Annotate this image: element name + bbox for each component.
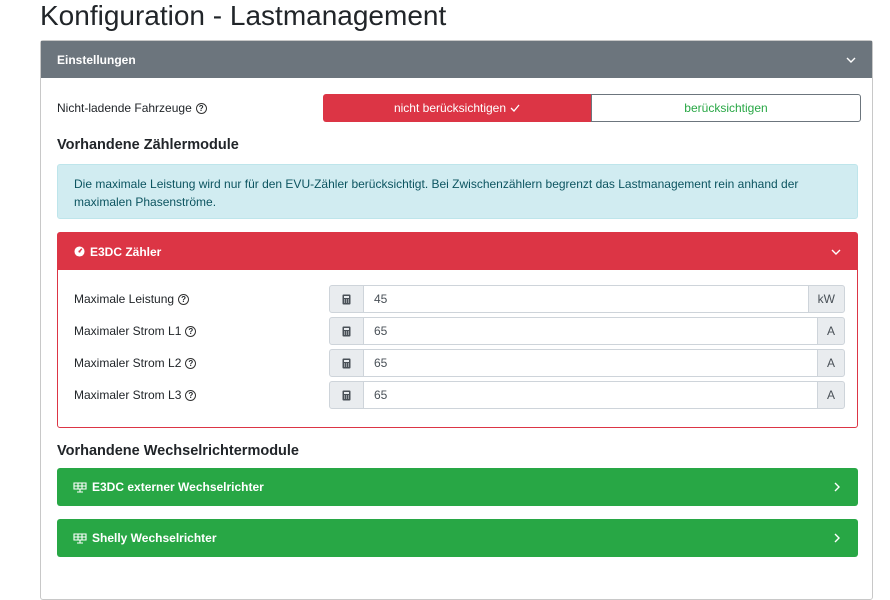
- option-not-consider[interactable]: nicht berücksichtigen: [323, 94, 591, 122]
- field-input[interactable]: 45: [364, 285, 808, 313]
- meter-info-alert: Die maximale Leistung wird nur für den E…: [57, 164, 858, 219]
- meter-heading: Vorhandene Zählermodule: [57, 137, 239, 153]
- label-text: Nicht-ladende Fahrzeuge: [57, 101, 192, 115]
- option-label: berücksichtigen: [684, 101, 768, 115]
- help-icon[interactable]: ?: [178, 293, 190, 305]
- meter-field-row: Maximaler Strom L2? 65 A: [74, 349, 845, 377]
- settings-card-header[interactable]: Einstellungen: [41, 41, 872, 78]
- unit-label: kW: [807, 285, 845, 313]
- help-icon[interactable]: ?: [195, 102, 207, 114]
- unit-label: A: [816, 349, 845, 377]
- calculator-icon[interactable]: [329, 349, 364, 377]
- calculator-icon[interactable]: [329, 381, 364, 409]
- meter-field-row: Maximaler Strom L3? 65 A: [74, 381, 845, 409]
- settings-title: Einstellungen: [57, 52, 136, 67]
- inverter-title: Shelly Wechselrichter: [92, 531, 217, 545]
- gauge-icon: [74, 246, 85, 257]
- inverter-card-e3dc[interactable]: E3DC externer Wechselrichter: [57, 468, 858, 506]
- solar-panel-icon: [73, 481, 87, 493]
- chevron-down-icon: [831, 249, 841, 255]
- calculator-icon[interactable]: [329, 285, 364, 313]
- option-consider[interactable]: berücksichtigen: [591, 94, 861, 122]
- chevron-right-icon: [834, 533, 840, 543]
- calculator-icon[interactable]: [329, 317, 364, 345]
- non-charging-label: Nicht-ladende Fahrzeuge?: [57, 101, 207, 115]
- option-label: nicht berücksichtigen: [393, 101, 507, 115]
- field-input[interactable]: 65: [364, 317, 817, 345]
- meter-card-header[interactable]: E3DC Zähler: [58, 233, 857, 270]
- field-label: Maximale Leistung: [74, 292, 175, 306]
- meter-card: E3DC Zähler Maximale Leistung? 45 kW Max…: [57, 232, 858, 428]
- inverter-title: E3DC externer Wechselrichter: [92, 480, 264, 494]
- meter-field-row: Maximaler Strom L1? 65 A: [74, 317, 845, 345]
- field-input[interactable]: 65: [364, 381, 817, 409]
- help-icon[interactable]: ?: [185, 389, 197, 401]
- check-icon: [510, 104, 520, 112]
- help-icon[interactable]: ?: [185, 357, 197, 369]
- inverter-heading: Vorhandene Wechselrichtermodule: [57, 443, 299, 459]
- field-label: Maximaler Strom L3: [74, 388, 182, 402]
- page-title: Konfiguration - Lastmanagement: [40, 0, 447, 31]
- inverter-card-shelly[interactable]: Shelly Wechselrichter: [57, 519, 858, 557]
- solar-panel-icon: [73, 532, 87, 544]
- field-input-group: 65 A: [329, 381, 845, 409]
- field-label: Maximaler Strom L2: [74, 356, 182, 370]
- meter-title: E3DC Zähler: [90, 244, 162, 259]
- help-icon[interactable]: ?: [185, 325, 197, 337]
- field-label: Maximaler Strom L1: [74, 324, 182, 338]
- field-input-group: 65 A: [329, 349, 845, 377]
- field-input-group: 45 kW: [329, 285, 845, 313]
- non-charging-toggle: nicht berücksichtigen berücksichtigen: [323, 94, 861, 122]
- field-input[interactable]: 65: [364, 349, 817, 377]
- meter-field-row: Maximale Leistung? 45 kW: [74, 285, 845, 313]
- chevron-down-icon: [846, 57, 856, 63]
- chevron-right-icon: [834, 482, 840, 492]
- unit-label: A: [816, 317, 845, 345]
- field-input-group: 65 A: [329, 317, 845, 345]
- unit-label: A: [816, 381, 845, 409]
- settings-card: Einstellungen Nicht-ladende Fahrzeuge? n…: [40, 40, 873, 600]
